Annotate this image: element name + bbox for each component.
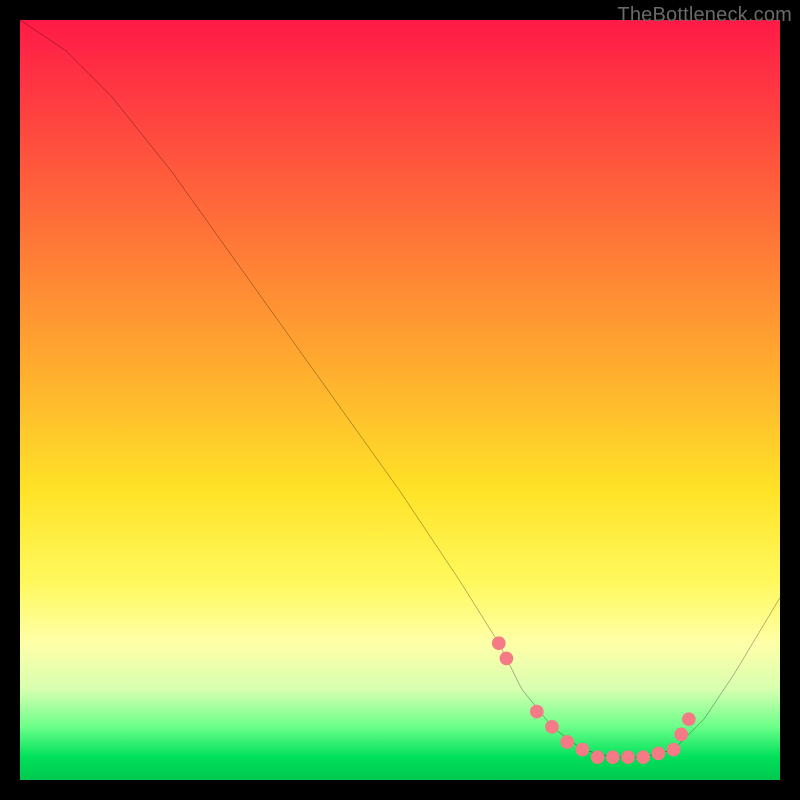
plot-area bbox=[20, 20, 780, 780]
marker-dot bbox=[682, 712, 696, 726]
watermark-text: TheBottleneck.com bbox=[617, 4, 792, 27]
chart-stage: TheBottleneck.com bbox=[0, 0, 800, 800]
marker-dot bbox=[530, 705, 544, 719]
curve-line bbox=[20, 20, 780, 757]
marker-dot bbox=[500, 652, 514, 666]
marker-dot bbox=[591, 750, 605, 764]
marker-dot bbox=[545, 720, 559, 734]
marker-dot bbox=[674, 728, 688, 742]
marker-dot bbox=[606, 750, 620, 764]
chart-svg bbox=[20, 20, 780, 780]
marker-dot bbox=[492, 636, 506, 650]
marker-dot bbox=[652, 747, 666, 761]
bottleneck-curve bbox=[20, 20, 780, 757]
marker-dot bbox=[621, 750, 635, 764]
marker-dot bbox=[636, 750, 650, 764]
marker-dot bbox=[560, 735, 574, 749]
marker-dot bbox=[667, 743, 681, 757]
marker-dot bbox=[576, 743, 590, 757]
highlight-markers bbox=[492, 636, 696, 764]
